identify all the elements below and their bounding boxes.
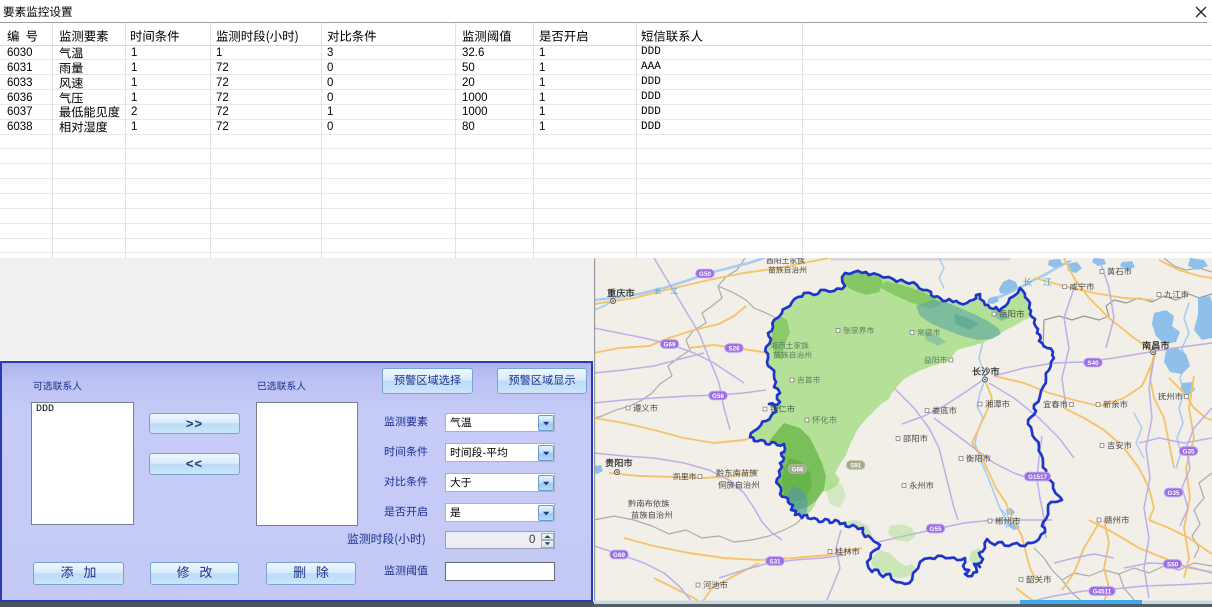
svg-text:G1517: G1517 <box>1028 474 1047 481</box>
svg-text:G69: G69 <box>613 552 625 559</box>
svg-text:S40: S40 <box>1087 360 1099 367</box>
svg-text:G35: G35 <box>1168 490 1180 497</box>
svg-text:S31: S31 <box>769 558 781 565</box>
svg-text:S50: S50 <box>1167 561 1179 568</box>
svg-text:G35: G35 <box>1183 448 1195 455</box>
svg-text:G50: G50 <box>699 271 711 278</box>
svg-text:G56: G56 <box>712 393 724 400</box>
svg-text:G55: G55 <box>930 526 942 533</box>
svg-text:G66: G66 <box>792 466 804 473</box>
svg-text:S91: S91 <box>850 462 862 469</box>
svg-text:G69: G69 <box>664 341 676 348</box>
svg-text:S26: S26 <box>728 345 740 352</box>
svg-text:G4511: G4511 <box>1093 588 1112 595</box>
